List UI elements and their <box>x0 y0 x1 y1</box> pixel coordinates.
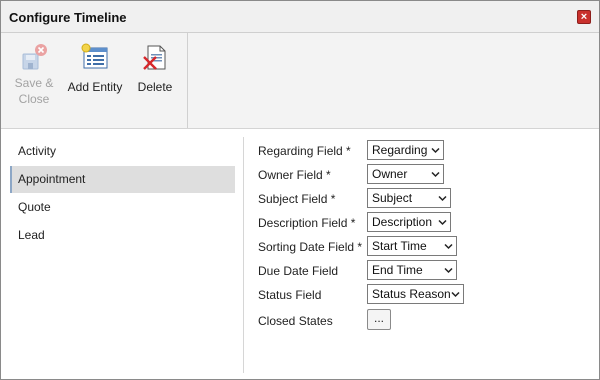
description-field-select[interactable]: Description <box>367 212 451 232</box>
close-button[interactable]: × <box>577 10 591 24</box>
status-field-value: Status Reason <box>372 287 451 301</box>
delete-icon <box>143 45 166 70</box>
due-date-field-value: End Time <box>372 263 423 277</box>
owner-field-value: Owner <box>372 167 408 181</box>
regarding-field-value: Regarding <box>372 143 428 157</box>
subject-field-label: Subject Field * <box>258 192 336 206</box>
closed-states-label: Closed States <box>258 314 333 328</box>
dialog-title: Configure Timeline <box>9 10 127 25</box>
status-field-label: Status Field <box>258 288 322 302</box>
entity-list: Activity Appointment Quote Lead <box>1 137 244 373</box>
ribbon-toolbar: Save & Close Add Entity Delete <box>1 33 599 129</box>
chevron-down-icon <box>431 171 440 178</box>
chevron-down-icon <box>438 219 447 226</box>
sorting-date-field-label: Sorting Date Field * <box>258 240 363 254</box>
delete-label: Delete <box>137 80 173 94</box>
entity-item-activity[interactable]: Activity <box>10 138 235 165</box>
closed-states-button[interactable]: ... <box>367 309 391 330</box>
save-close-icon <box>22 44 47 70</box>
entity-item-appointment[interactable]: Appointment <box>10 166 235 193</box>
chevron-down-icon <box>444 267 453 274</box>
title-bar: Configure Timeline × <box>1 1 599 33</box>
add-entity-icon <box>81 43 108 69</box>
regarding-field-label: Regarding Field * <box>258 144 351 158</box>
owner-field-select[interactable]: Owner <box>367 164 444 184</box>
due-date-field-select[interactable]: End Time <box>367 260 457 280</box>
save-label-line1: Save & <box>14 76 54 90</box>
delete-button[interactable]: Delete <box>131 43 179 95</box>
entity-settings-form: Regarding Field * Regarding Owner Field … <box>245 137 599 373</box>
description-field-value: Description <box>372 215 433 229</box>
chevron-down-icon <box>444 243 453 250</box>
sorting-date-field-value: Start Time <box>372 239 427 253</box>
subject-field-select[interactable]: Subject <box>367 188 451 208</box>
chevron-down-icon <box>438 195 447 202</box>
save-label-line2: Close <box>18 92 50 106</box>
owner-field-label: Owner Field * <box>258 168 331 182</box>
status-field-select[interactable]: Status Reason <box>367 284 464 304</box>
entity-item-quote[interactable]: Quote <box>10 194 235 221</box>
chevron-down-icon <box>451 291 460 298</box>
entity-item-lead[interactable]: Lead <box>10 222 235 249</box>
due-date-field-label: Due Date Field <box>258 264 339 278</box>
subject-field-value: Subject <box>372 191 413 205</box>
chevron-down-icon <box>431 147 440 154</box>
regarding-field-select[interactable]: Regarding <box>367 140 444 160</box>
sorting-date-field-select[interactable]: Start Time <box>367 236 457 256</box>
save-close-button[interactable]: Save & Close <box>11 43 57 107</box>
configure-timeline-dialog: Configure Timeline × Save & Close Add En… <box>0 0 600 380</box>
add-entity-label: Add Entity <box>67 80 123 94</box>
ribbon-group: Save & Close Add Entity Delete <box>1 33 188 128</box>
add-entity-button[interactable]: Add Entity <box>64 43 126 95</box>
description-field-label: Description Field * <box>258 216 356 230</box>
